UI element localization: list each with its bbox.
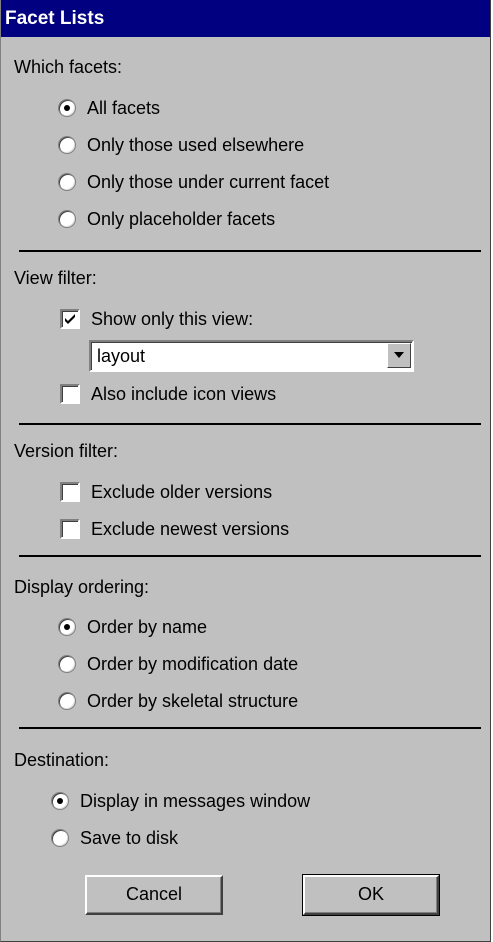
checkmark-icon xyxy=(65,314,75,324)
view-select-value: layout xyxy=(97,346,146,366)
radio-all-facets-label[interactable]: All facets xyxy=(87,97,160,119)
radio-under-current-facet-label[interactable]: Only those under current facet xyxy=(87,171,329,193)
radio-used-elsewhere[interactable] xyxy=(58,136,76,154)
radio-order-by-skeletal-structure[interactable] xyxy=(58,692,76,710)
which-facets-heading: Which facets: xyxy=(14,57,123,77)
view-select[interactable]: layout xyxy=(89,340,414,372)
include-icon-views-checkbox[interactable] xyxy=(60,384,80,404)
version-filter-heading: Version filter: xyxy=(14,441,119,461)
radio-placeholder-facets[interactable] xyxy=(58,210,76,228)
view-select-dropdown-button[interactable] xyxy=(387,343,411,368)
view-filter-heading: View filter: xyxy=(14,268,97,288)
exclude-older-label[interactable]: Exclude older versions xyxy=(91,481,272,503)
include-icon-views-label[interactable]: Also include icon views xyxy=(91,383,276,405)
radio-selected-dot xyxy=(64,105,70,111)
radio-selected-dot xyxy=(64,624,70,630)
radio-order-by-modification-date-label[interactable]: Order by modification date xyxy=(87,653,298,675)
separator xyxy=(19,727,481,729)
radio-order-by-name-label[interactable]: Order by name xyxy=(87,616,207,638)
exclude-newest-label[interactable]: Exclude newest versions xyxy=(91,518,289,540)
display-ordering-heading: Display ordering: xyxy=(14,577,150,597)
radio-order-by-name[interactable] xyxy=(58,618,76,636)
dialog-title: Facet Lists xyxy=(1,0,490,37)
radio-all-facets[interactable] xyxy=(58,99,76,117)
separator xyxy=(19,423,481,425)
separator xyxy=(19,250,481,252)
ok-button[interactable]: OK xyxy=(302,874,440,916)
show-only-view-label[interactable]: Show only this view: xyxy=(91,308,253,330)
radio-order-by-skeletal-structure-label[interactable]: Order by skeletal structure xyxy=(87,690,298,712)
radio-save-to-disk[interactable] xyxy=(51,829,69,847)
radio-display-in-messages-window[interactable] xyxy=(51,792,69,810)
show-only-view-checkbox[interactable] xyxy=(60,309,80,329)
radio-order-by-modification-date[interactable] xyxy=(58,655,76,673)
radio-display-in-messages-window-label[interactable]: Display in messages window xyxy=(80,790,310,812)
radio-selected-dot xyxy=(57,798,63,804)
radio-used-elsewhere-label[interactable]: Only those used elsewhere xyxy=(87,134,304,156)
facet-lists-dialog: Facet Lists Which facets: All facets Onl… xyxy=(0,0,491,942)
exclude-older-checkbox[interactable] xyxy=(60,482,80,502)
cancel-button[interactable]: Cancel xyxy=(85,875,223,915)
destination-heading: Destination: xyxy=(14,750,110,770)
radio-placeholder-facets-label[interactable]: Only placeholder facets xyxy=(87,208,275,230)
separator xyxy=(19,555,481,557)
chevron-down-icon xyxy=(394,352,404,358)
radio-save-to-disk-label[interactable]: Save to disk xyxy=(80,827,178,849)
radio-under-current-facet[interactable] xyxy=(58,173,76,191)
exclude-newest-checkbox[interactable] xyxy=(60,519,80,539)
